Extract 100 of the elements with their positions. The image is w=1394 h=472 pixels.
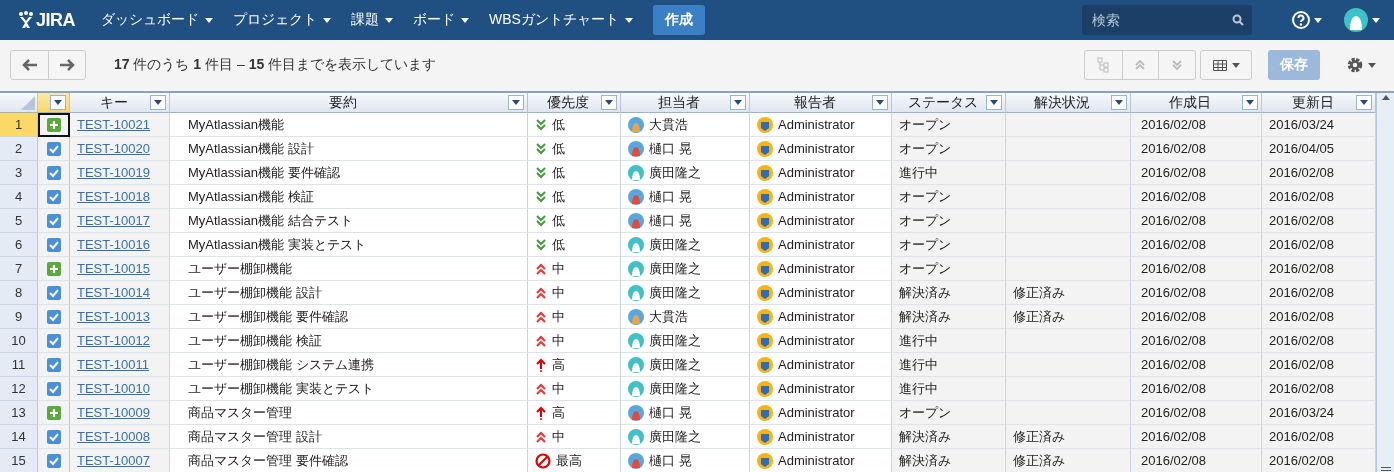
nav-menu[interactable]: ボード xyxy=(405,7,477,33)
updated-date: 2016/02/08 xyxy=(1269,261,1335,276)
issue-key-link[interactable]: TEST-10017 xyxy=(77,213,150,228)
column-header[interactable]: 担当者 xyxy=(621,93,750,113)
summary-text: MyAtlassian機能 検証 xyxy=(188,187,314,206)
caret-icon xyxy=(154,100,162,105)
filter-button[interactable] xyxy=(508,95,524,110)
column-header[interactable]: 作成日 xyxy=(1131,93,1262,113)
nav-menu[interactable]: 課題 xyxy=(343,7,401,33)
double-chevron-up-icon xyxy=(535,382,547,395)
row-number: 8 xyxy=(0,281,38,305)
updated-date: 2016/03/24 xyxy=(1269,405,1335,420)
column-header[interactable]: 要約 xyxy=(170,93,528,113)
issue-key-link[interactable]: TEST-10019 xyxy=(77,165,150,180)
avatar-icon xyxy=(628,116,644,133)
priority-text: 低 xyxy=(552,115,565,134)
filter-button[interactable] xyxy=(986,95,1002,110)
arrow-up-icon xyxy=(535,357,547,372)
resolution-text: 修正済み xyxy=(1013,427,1065,446)
filter-button[interactable] xyxy=(872,95,888,110)
column-header[interactable]: ステータス xyxy=(892,93,1006,113)
column-header[interactable]: 報告者 xyxy=(750,93,892,113)
issue-key-link[interactable]: TEST-10011 xyxy=(77,357,150,372)
create-button[interactable]: 作成 xyxy=(652,5,705,35)
filter-button[interactable] xyxy=(601,95,617,110)
issue-type-cell[interactable] xyxy=(38,113,70,137)
avatar-icon xyxy=(628,308,644,325)
filter-button[interactable] xyxy=(730,95,746,110)
arrow-up-icon xyxy=(535,405,547,420)
search-input[interactable]: 検索 xyxy=(1090,11,1232,29)
priority-text: 中 xyxy=(552,331,565,350)
filter-button[interactable] xyxy=(1242,95,1258,110)
filter-button[interactable] xyxy=(150,95,166,110)
logo-icon xyxy=(18,11,34,29)
reporter-name: Administrator xyxy=(778,285,855,300)
created-date: 2016/02/08 xyxy=(1141,141,1207,156)
filter-button[interactable] xyxy=(50,95,66,110)
issue-key-link[interactable]: TEST-10009 xyxy=(77,405,150,420)
issue-key-link[interactable]: TEST-10015 xyxy=(77,261,150,276)
avatar-icon xyxy=(628,236,644,253)
row-number: 2 xyxy=(0,137,38,161)
status-text: オープン xyxy=(899,211,951,230)
summary-text: MyAtlassian機能 実装とテスト xyxy=(188,235,366,254)
filter-button[interactable] xyxy=(1111,95,1127,110)
column-header[interactable]: 更新日 xyxy=(1262,93,1376,113)
created-date: 2016/02/08 xyxy=(1141,429,1207,444)
nav-menu[interactable]: プロジェクト xyxy=(225,7,339,33)
avatar-icon xyxy=(757,116,773,133)
caret-icon xyxy=(605,100,613,105)
priority-text: 中 xyxy=(552,427,565,446)
caret-icon xyxy=(1360,100,1368,105)
status-text: 解決済み xyxy=(899,307,951,326)
resolution-text: 修正済み xyxy=(1013,307,1065,326)
priority-text: 高 xyxy=(552,403,565,422)
double-chevron-up-icon xyxy=(1135,60,1146,70)
caret-icon xyxy=(1368,62,1376,68)
issue-key-link[interactable]: TEST-10014 xyxy=(77,285,150,300)
created-date: 2016/02/08 xyxy=(1141,453,1207,468)
issue-key-link[interactable]: TEST-10018 xyxy=(77,189,150,204)
updated-date: 2016/02/08 xyxy=(1269,213,1335,228)
double-chevron-up-icon xyxy=(535,430,547,443)
user-menu-button[interactable] xyxy=(1342,6,1382,34)
check-icon xyxy=(46,333,61,348)
grid-icon xyxy=(1212,59,1227,71)
assignee-name: 廣田隆之 xyxy=(649,163,701,182)
nav-menu[interactable]: WBSガントチャート xyxy=(481,7,641,33)
column-header[interactable]: 解決状況 xyxy=(1006,93,1131,113)
row-number: 7 xyxy=(0,257,38,281)
reporter-name: Administrator xyxy=(778,189,855,204)
updated-date: 2016/02/08 xyxy=(1269,357,1335,372)
scrollbar[interactable] xyxy=(1376,93,1394,472)
issue-key-link[interactable]: TEST-10020 xyxy=(77,141,150,156)
issue-key-link[interactable]: TEST-10012 xyxy=(77,333,150,348)
search-field[interactable]: 検索 xyxy=(1082,5,1252,35)
issue-key-link[interactable]: TEST-10008 xyxy=(77,429,150,444)
summary-text: MyAtlassian機能 xyxy=(188,115,285,134)
reporter-name: Administrator xyxy=(778,213,855,228)
issue-key-link[interactable]: TEST-10010 xyxy=(77,381,150,396)
plus-icon xyxy=(46,261,61,276)
avatar-icon xyxy=(628,188,644,205)
avatar-icon xyxy=(628,404,644,421)
double-chevron-down-icon xyxy=(535,118,547,131)
filter-button[interactable] xyxy=(1356,95,1372,110)
column-header[interactable]: 優先度 xyxy=(528,93,621,113)
nav-menu[interactable]: ダッシュボード xyxy=(93,7,221,33)
issue-key-link[interactable]: TEST-10021 xyxy=(77,117,150,132)
column-header[interactable]: キー xyxy=(70,93,170,113)
check-icon xyxy=(46,285,61,300)
help-button[interactable] xyxy=(1290,9,1324,31)
status-text: オープン xyxy=(899,259,951,278)
priority-text: 低 xyxy=(552,163,565,182)
issue-key-link[interactable]: TEST-10016 xyxy=(77,237,150,252)
issue-key-link[interactable]: TEST-10007 xyxy=(77,453,150,468)
summary-text: ユーザー棚卸機能 システム連携 xyxy=(188,355,374,374)
summary-text: 商品マスター管理 xyxy=(188,403,292,422)
jira-logo[interactable]: JIRA xyxy=(18,9,75,31)
avatar-icon xyxy=(757,212,773,229)
check-icon xyxy=(46,141,61,156)
issue-key-link[interactable]: TEST-10013 xyxy=(77,309,150,324)
row-number: 4 xyxy=(0,185,38,209)
